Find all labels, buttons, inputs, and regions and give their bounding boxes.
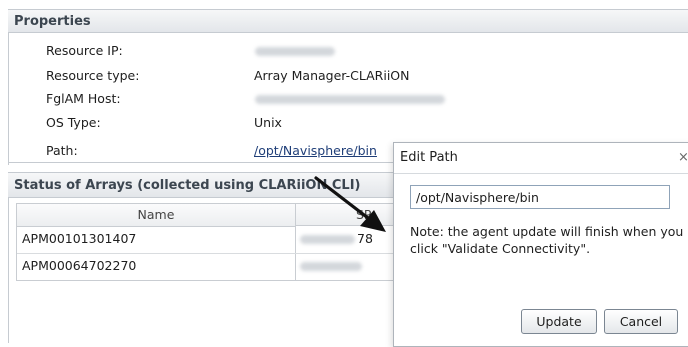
- dialog-title: Edit Path: [400, 150, 458, 165]
- dialog-titlebar[interactable]: Edit Path ×: [394, 143, 688, 173]
- update-button[interactable]: Update: [521, 309, 597, 334]
- close-icon[interactable]: ×: [678, 143, 688, 173]
- cancel-button[interactable]: Cancel: [604, 309, 678, 334]
- edit-path-dialog: Edit Path × Note: the agent update will …: [393, 142, 688, 347]
- dialog-body: Note: the agent update will finish when …: [394, 173, 688, 346]
- note-text: Note: the agent update will finish when …: [410, 224, 684, 256]
- path-input[interactable]: [410, 185, 670, 209]
